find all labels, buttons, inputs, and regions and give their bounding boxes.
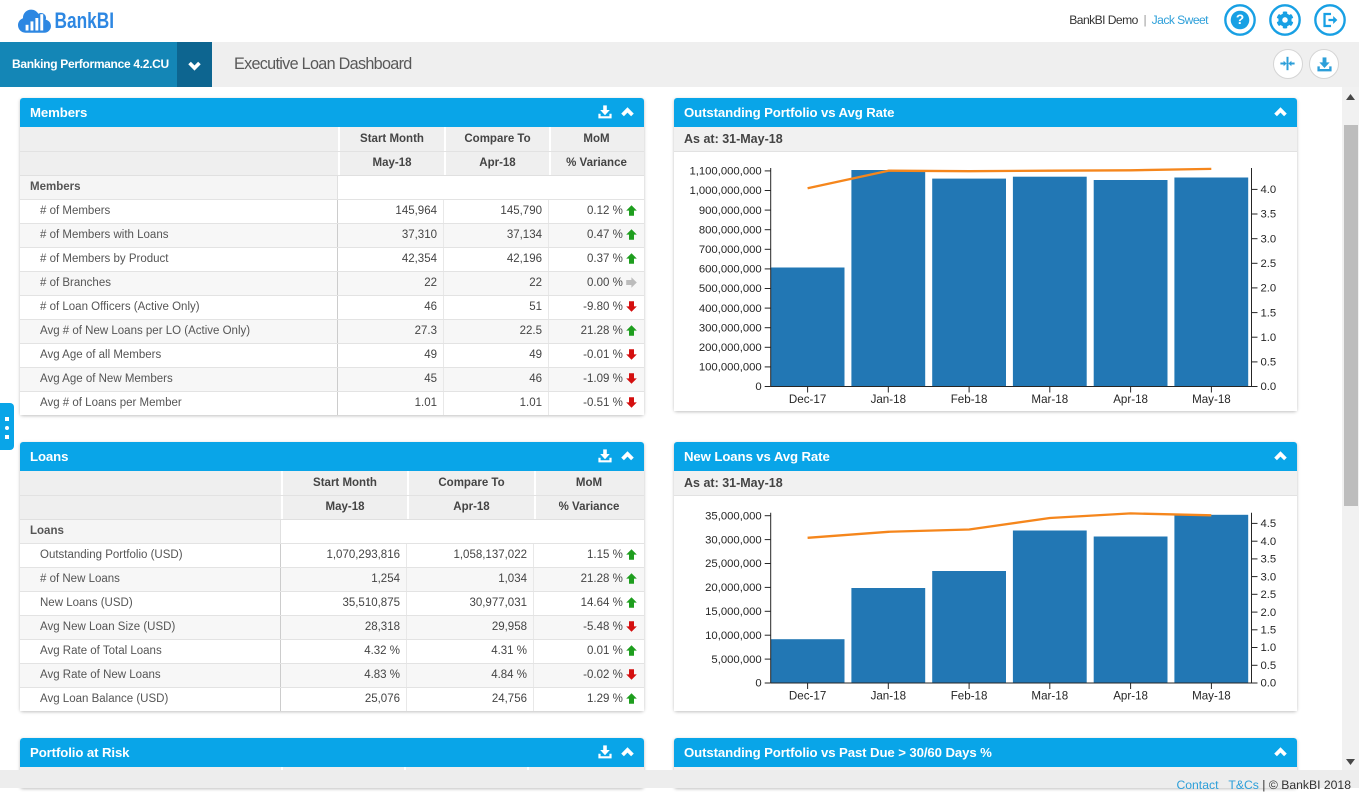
- svg-text:0.5: 0.5: [1261, 660, 1277, 672]
- svg-text:1,000,000,000: 1,000,000,000: [689, 185, 761, 197]
- svg-text:Dec-17: Dec-17: [789, 690, 826, 703]
- svg-text:0: 0: [755, 678, 761, 690]
- svg-text:Dec-17: Dec-17: [789, 393, 826, 406]
- svg-text:2.0: 2.0: [1261, 607, 1277, 619]
- svg-text:3.0: 3.0: [1261, 571, 1277, 583]
- svg-text:100,000,000: 100,000,000: [699, 362, 762, 374]
- svg-text:1.0: 1.0: [1261, 332, 1277, 344]
- svg-text:4.0: 4.0: [1261, 536, 1277, 548]
- svg-text:Feb-18: Feb-18: [951, 393, 988, 406]
- svg-text:1.0: 1.0: [1261, 642, 1277, 654]
- svg-text:0: 0: [755, 381, 761, 393]
- svg-text:3.5: 3.5: [1261, 554, 1277, 566]
- svg-text:35,000,000: 35,000,000: [705, 510, 762, 522]
- svg-text:200,000,000: 200,000,000: [699, 342, 762, 354]
- svg-text:0.0: 0.0: [1261, 678, 1277, 690]
- svg-text:2.5: 2.5: [1261, 258, 1277, 270]
- svg-text:Apr-18: Apr-18: [1113, 393, 1148, 406]
- svg-text:10,000,000: 10,000,000: [705, 630, 762, 642]
- svg-text:2.5: 2.5: [1261, 589, 1277, 601]
- svg-text:Apr-18: Apr-18: [1113, 690, 1148, 703]
- svg-text:2.0: 2.0: [1261, 283, 1277, 295]
- svg-text:900,000,000: 900,000,000: [699, 205, 762, 217]
- svg-text:4.5: 4.5: [1261, 518, 1277, 530]
- svg-text:0.0: 0.0: [1261, 381, 1277, 393]
- svg-text:30,000,000: 30,000,000: [705, 534, 762, 546]
- svg-text:May-18: May-18: [1192, 690, 1231, 703]
- svg-text:400,000,000: 400,000,000: [699, 303, 762, 315]
- svg-text:4.0: 4.0: [1261, 184, 1277, 196]
- svg-text:20,000,000: 20,000,000: [705, 582, 762, 594]
- svg-text:800,000,000: 800,000,000: [699, 224, 762, 236]
- svg-text:3.5: 3.5: [1261, 209, 1277, 221]
- svg-text:0.5: 0.5: [1261, 357, 1277, 369]
- svg-text:1,100,000,000: 1,100,000,000: [689, 166, 761, 178]
- svg-text:May-18: May-18: [1192, 393, 1231, 406]
- svg-text:5,000,000: 5,000,000: [711, 654, 761, 666]
- svg-text:BankBI: BankBI: [55, 8, 115, 33]
- svg-text:1.5: 1.5: [1261, 307, 1277, 319]
- svg-text:3.0: 3.0: [1261, 233, 1277, 245]
- svg-text:Jan-18: Jan-18: [871, 393, 906, 406]
- svg-text:700,000,000: 700,000,000: [699, 244, 762, 256]
- svg-text:15,000,000: 15,000,000: [705, 606, 762, 618]
- svg-text:300,000,000: 300,000,000: [699, 322, 762, 334]
- svg-text:Feb-18: Feb-18: [951, 690, 988, 703]
- svg-text:Mar-18: Mar-18: [1031, 690, 1068, 703]
- svg-text:25,000,000: 25,000,000: [705, 558, 762, 570]
- svg-text:1.5: 1.5: [1261, 625, 1277, 637]
- svg-text:Jan-18: Jan-18: [871, 690, 906, 703]
- svg-text:600,000,000: 600,000,000: [699, 264, 762, 276]
- svg-text:?: ?: [1235, 12, 1243, 27]
- svg-text:500,000,000: 500,000,000: [699, 283, 762, 295]
- svg-text:Mar-18: Mar-18: [1031, 393, 1068, 406]
